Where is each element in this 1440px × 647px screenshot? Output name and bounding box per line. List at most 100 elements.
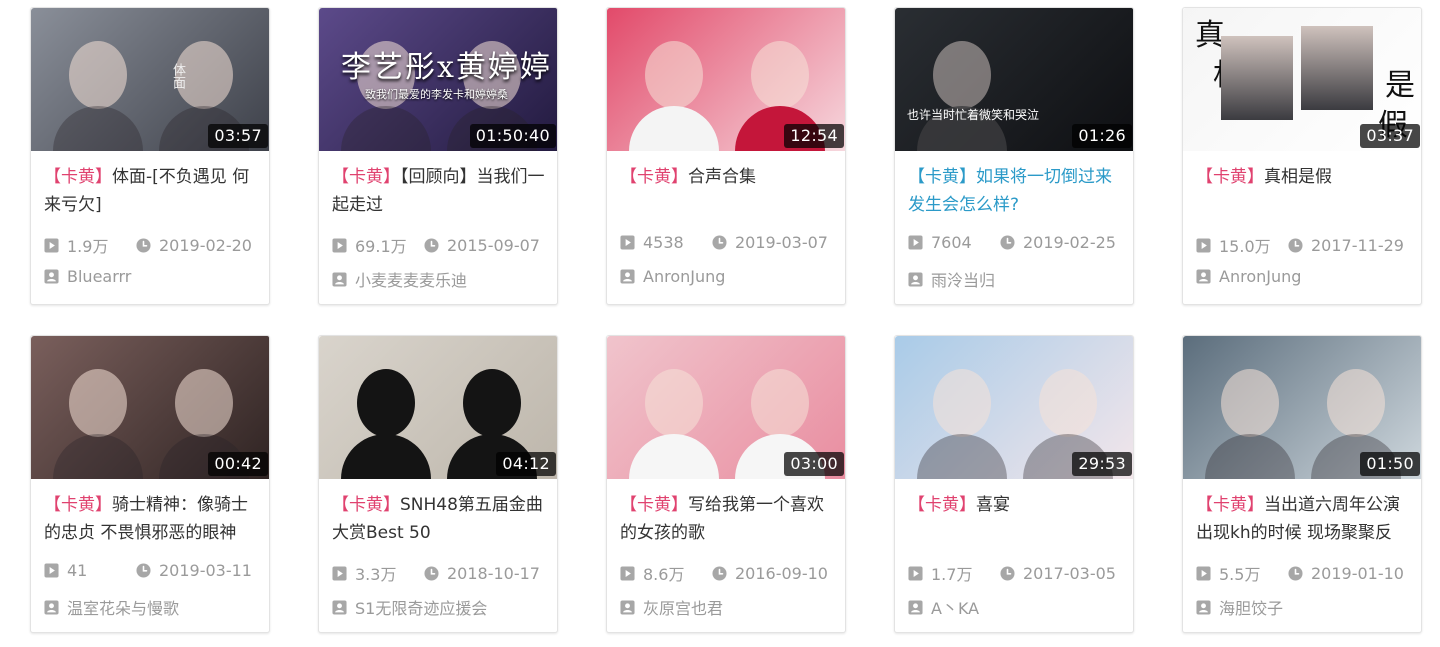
title-text: 合声合集 (688, 167, 756, 187)
uploader-name[interactable]: 海胆饺子 (1219, 595, 1283, 619)
uploader[interactable]: 雨泠当归 (908, 267, 995, 291)
video-uploader: 灰原宫也君 (620, 595, 837, 619)
video-title[interactable]: 【卡黄】【回顾向】当我们一起走过 (332, 163, 545, 219)
thumbnail-photo (1301, 26, 1373, 110)
play-count-value: 8.6万 (643, 565, 685, 584)
video-title[interactable]: 【卡黄】真相是假 (1196, 163, 1409, 219)
upload-date: 2019-01-10 (1288, 564, 1404, 583)
video-meta: 4538 2019-03-07 (620, 233, 837, 252)
uploader[interactable]: AnronJung (620, 267, 725, 286)
uploader-name[interactable]: 灰原宫也君 (643, 595, 723, 619)
video-card[interactable]: 29:53 【卡黄】喜宴 1.7万 2017-03-05 A丶KA (894, 335, 1134, 633)
uploader[interactable]: AnronJung (1196, 267, 1301, 286)
upload-date: 2019-03-11 (136, 561, 252, 580)
video-thumbnail[interactable]: 真相是假03:37 (1183, 8, 1421, 151)
video-title[interactable]: 【卡黄】当出道六周年公演出现kh的时候 现场聚聚反应 (1196, 491, 1409, 547)
video-title[interactable]: 【卡黄】SNH48第五届金曲大赏Best 50 (332, 491, 545, 547)
play-icon (908, 235, 923, 250)
uploader[interactable]: A丶KA (908, 595, 979, 619)
uploader-name[interactable]: 温室花朵与慢歌 (67, 595, 179, 619)
video-card[interactable]: 12:54 【卡黄】合声合集 4538 2019-03-07 AnronJung (606, 7, 846, 305)
user-icon (1196, 599, 1211, 615)
video-thumbnail[interactable]: 体面 03:57 (31, 8, 269, 151)
upload-date-value: 2016-09-10 (735, 563, 828, 583)
title-tag: 】 (959, 495, 976, 515)
upload-date-value: 2019-03-11 (159, 561, 252, 580)
play-icon (1196, 237, 1211, 253)
uploader[interactable]: 灰原宫也君 (620, 595, 723, 619)
title-tag: 】 (95, 495, 112, 515)
video-card[interactable]: 也许当时忙着微笑和哭泣 01:26 【卡黄】如果将一切倒过来发生会怎么样? 7604 2… (894, 7, 1134, 305)
video-title[interactable]: 【卡黄】骑士精神：像骑士的忠贞 不畏惧邪恶的眼神 (44, 491, 257, 547)
title-tag-text: 卡黄 (1213, 167, 1247, 187)
uploader[interactable]: S1无限奇迹应援会 (332, 595, 487, 619)
video-thumbnail[interactable]: 12:54 (607, 8, 845, 151)
video-card[interactable]: 04:12 【卡黄】SNH48第五届金曲大赏Best 50 3.3万 2018-10-… (318, 335, 558, 633)
video-uploader: S1无限奇迹应援会 (332, 595, 549, 619)
uploader[interactable]: 海胆饺子 (1196, 595, 1283, 619)
play-count-value: 15.0万 (1219, 237, 1271, 256)
play-count: 3.3万 (332, 561, 424, 585)
video-meta: 15.0万 2017-11-29 (1196, 233, 1413, 257)
thumbnail-subcaption: 致我们最爱的李发卡和婷婷桑 (365, 88, 508, 101)
video-thumbnail[interactable]: 29:53 (895, 336, 1133, 479)
video-uploader: 雨泠当归 (908, 267, 1125, 291)
uploader-name[interactable]: S1无限奇迹应援会 (355, 595, 487, 619)
video-thumbnail[interactable]: 李艺彤x黄婷婷 致我们最爱的李发卡和婷婷桑 01:50:40 (319, 8, 557, 151)
play-count-value: 69.1万 (355, 237, 407, 256)
thumbnail-caption-char: 是 (1385, 68, 1415, 103)
play-icon (620, 565, 635, 581)
video-title[interactable]: 【卡黄】合声合集 (620, 163, 833, 219)
uploader-name[interactable]: Bluearrr (67, 267, 131, 286)
video-uploader: AnronJung (1196, 267, 1413, 286)
figure-silhouette (69, 40, 128, 109)
video-thumbnail[interactable]: 也许当时忙着微笑和哭泣 01:26 (895, 8, 1133, 151)
video-title[interactable]: 【卡黄】喜宴 (908, 491, 1121, 547)
uploader[interactable]: Bluearrr (44, 267, 131, 286)
video-meta: 1.7万 2017-03-05 (908, 561, 1125, 585)
video-card[interactable]: 03:00 【卡黄】写给我第一个喜欢的女孩的歌 8.6万 2016-09-10 灰原宫也… (606, 335, 846, 633)
video-card[interactable]: 真相是假03:37 【卡黄】真相是假 15.0万2017-11-29 AnronJun… (1182, 7, 1422, 305)
title-tag-text: 卡黄 (349, 167, 383, 187)
video-thumbnail[interactable]: 01:50 (1183, 336, 1421, 479)
figure-silhouette (69, 368, 128, 437)
uploader-name[interactable]: AnronJung (643, 267, 725, 286)
video-thumbnail[interactable]: 04:12 (319, 336, 557, 479)
title-tag: 【 (620, 167, 637, 187)
uploader[interactable]: 小麦麦麦麦乐迪 (332, 267, 467, 291)
video-uploader: AnronJung (620, 267, 837, 286)
uploader[interactable]: 温室花朵与慢歌 (44, 595, 179, 619)
video-title[interactable]: 【卡黄】如果将一切倒过来发生会怎么样? (908, 163, 1121, 219)
uploader-name[interactable]: 小麦麦麦麦乐迪 (355, 267, 467, 291)
title-tag-text: 卡黄 (637, 495, 671, 515)
play-count: 8.6万 (620, 561, 712, 585)
title-tag: 【 (908, 167, 925, 187)
video-thumbnail[interactable]: 03:00 (607, 336, 845, 479)
figure-silhouette (1326, 368, 1385, 437)
video-card[interactable]: 01:50 【卡黄】当出道六周年公演出现kh的时候 现场聚聚反应 5.5万 2019-… (1182, 335, 1422, 633)
play-count-value: 5.5万 (1219, 565, 1261, 584)
video-card[interactable]: 李艺彤x黄婷婷 致我们最爱的李发卡和婷婷桑 01:50:40 【卡黄】【回顾向】当我们… (318, 7, 558, 305)
figure-silhouette (645, 40, 704, 109)
upload-date-value: 2019-02-20 (159, 235, 252, 255)
video-title[interactable]: 【卡黄】体面-[不负遇见 何来亏欠] (44, 163, 257, 219)
video-meta: 3.3万 2018-10-17 (332, 561, 549, 585)
upload-date: 2018-10-17 (424, 564, 540, 583)
upload-date: 2019-02-25 (1000, 233, 1116, 252)
upload-date: 2016-09-10 (712, 564, 828, 583)
play-count: 4538 (620, 233, 712, 252)
title-tag: 【 (620, 495, 637, 515)
video-title[interactable]: 【卡黄】写给我第一个喜欢的女孩的歌 (620, 491, 833, 547)
figure-silhouette (933, 368, 992, 437)
user-icon (332, 271, 347, 287)
video-card[interactable]: 00:42 【卡黄】骑士精神：像骑士的忠贞 不畏惧邪恶的眼神 41 2019-03-1… (30, 335, 270, 633)
video-thumbnail[interactable]: 00:42 (31, 336, 269, 479)
title-tag: 】 (959, 167, 976, 187)
uploader-name[interactable]: AnronJung (1219, 267, 1301, 286)
uploader-name[interactable]: 雨泠当归 (931, 267, 995, 291)
video-card[interactable]: 体面 03:57 【卡黄】体面-[不负遇见 何来亏欠] 1.9万 2019-02-20 B… (30, 7, 270, 305)
figure-silhouette (174, 368, 233, 437)
uploader-name[interactable]: A丶KA (931, 595, 979, 619)
title-tag: 】 (671, 495, 688, 515)
duration-badge: 03:00 (784, 452, 844, 476)
